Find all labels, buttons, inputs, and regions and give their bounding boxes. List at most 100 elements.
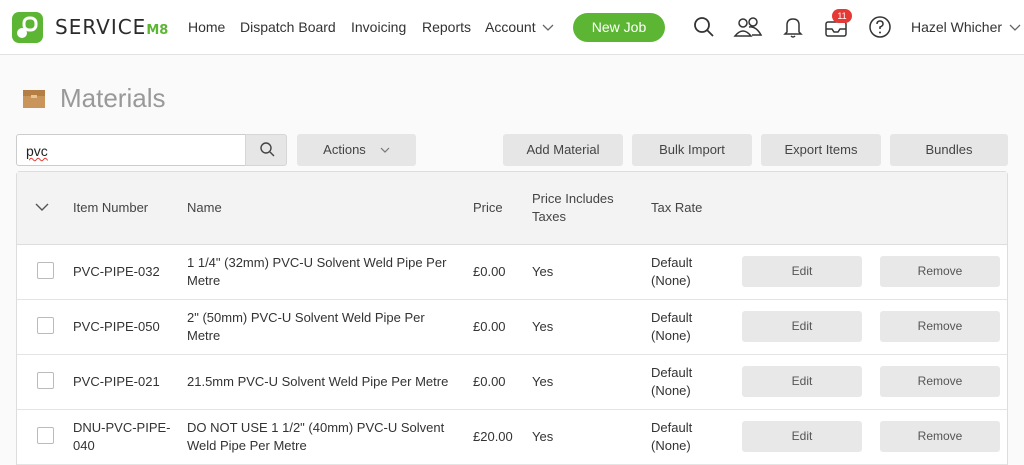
tax-rate-line: (None) xyxy=(651,383,691,398)
actions-label: Actions xyxy=(323,142,366,157)
price-cell: £0.00 xyxy=(473,264,506,279)
column-header-item-number[interactable]: Item Number xyxy=(73,199,148,217)
name-line: Metre xyxy=(187,273,221,288)
edit-button[interactable]: Edit xyxy=(742,421,862,452)
taxes-cell: Yes xyxy=(532,264,554,279)
name-line: DO NOT USE 1 1/2" (40mm) PVC-U Solvent xyxy=(187,420,445,435)
name-cell: DO NOT USE 1 1/2" (40mm) PVC-U Solvent W… xyxy=(187,419,444,455)
item-number-cell: DNU-PVC-PIPE- 040 xyxy=(73,419,171,455)
user-menu[interactable]: Hazel Whicher xyxy=(911,19,1021,35)
add-material-button[interactable]: Add Material xyxy=(503,134,623,166)
table-row: PVC-PIPE-050 2" (50mm) PVC-U Solvent Wel… xyxy=(17,300,1007,355)
edit-button[interactable]: Edit xyxy=(742,256,862,287)
actions-dropdown[interactable]: Actions xyxy=(297,134,416,166)
bulk-import-button[interactable]: Bulk Import xyxy=(632,134,752,166)
row-checkbox[interactable] xyxy=(37,317,54,334)
price-cell: £20.00 xyxy=(473,429,513,444)
name-cell: 1 1/4" (32mm) PVC-U Solvent Weld Pipe Pe… xyxy=(187,254,446,290)
tax-rate-cell: Default (None) xyxy=(651,364,692,400)
price-cell: £0.00 xyxy=(473,374,506,389)
brand-name: SERVICE xyxy=(55,15,147,39)
tax-rate-line: (None) xyxy=(651,328,691,343)
remove-button[interactable]: Remove xyxy=(880,311,1000,342)
row-checkbox[interactable] xyxy=(37,427,54,444)
tax-rate-line: (None) xyxy=(651,273,691,288)
tax-rate-line: (None) xyxy=(651,438,691,453)
column-header-line: Taxes xyxy=(532,209,566,224)
tax-rate-line: Default xyxy=(651,255,693,270)
table-row: DNU-PVC-PIPE- 040 DO NOT USE 1 1/2" (40m… xyxy=(17,410,1007,465)
chevron-down-icon xyxy=(542,23,554,35)
item-number-line: PVC-PIPE-032 xyxy=(73,264,160,279)
item-number-line: PVC-PIPE-050 xyxy=(73,319,160,334)
new-job-button[interactable]: New Job xyxy=(573,13,665,42)
column-header-price-includes-taxes[interactable]: Price Includes Taxes xyxy=(532,190,614,226)
item-number-line: 040 xyxy=(73,438,95,453)
bell-icon[interactable] xyxy=(779,13,807,41)
edit-button[interactable]: Edit xyxy=(742,366,862,397)
table-row: PVC-PIPE-032 1 1/4" (32mm) PVC-U Solvent… xyxy=(17,245,1007,300)
bundles-button[interactable]: Bundles xyxy=(890,134,1008,166)
tax-rate-cell: Default (None) xyxy=(651,309,692,345)
search-input-value: pvc xyxy=(26,143,48,159)
chevron-down-icon xyxy=(1009,19,1021,35)
tax-rate-line: Default xyxy=(651,365,693,380)
taxes-cell: Yes xyxy=(532,374,554,389)
chevron-down-icon xyxy=(380,146,390,157)
user-name: Hazel Whicher xyxy=(911,19,1003,35)
column-header-name[interactable]: Name xyxy=(187,199,222,217)
row-checkbox[interactable] xyxy=(37,262,54,279)
remove-button[interactable]: Remove xyxy=(880,366,1000,397)
nav-home[interactable]: Home xyxy=(188,19,225,35)
notification-count-badge: 11 xyxy=(832,9,852,23)
page-title: Materials xyxy=(60,83,166,113)
name-cell: 21.5mm PVC-U Solvent Weld Pipe Per Metre xyxy=(187,373,448,391)
column-header-line: Price Includes xyxy=(532,191,614,206)
search-input[interactable]: pvc xyxy=(16,134,246,166)
export-items-button[interactable]: Export Items xyxy=(761,134,881,166)
remove-button[interactable]: Remove xyxy=(880,256,1000,287)
search-icon[interactable] xyxy=(690,13,718,41)
name-line: 21.5mm PVC-U Solvent Weld Pipe Per Metre xyxy=(187,374,449,389)
brand-suffix: M8 xyxy=(146,23,169,38)
taxes-cell: Yes xyxy=(532,429,554,444)
tax-rate-cell: Default (None) xyxy=(651,254,692,290)
nav-account-label: Account xyxy=(485,19,536,35)
item-number-cell: PVC-PIPE-021 xyxy=(73,373,160,391)
column-header-tax-rate[interactable]: Tax Rate xyxy=(651,199,702,217)
brand-wordmark: SERVICEM8 xyxy=(55,15,168,39)
item-number-cell: PVC-PIPE-032 xyxy=(73,263,160,281)
nav-invoicing[interactable]: Invoicing xyxy=(351,19,406,35)
column-header-price[interactable]: Price xyxy=(473,199,503,217)
price-cell: £0.00 xyxy=(473,319,506,334)
row-checkbox[interactable] xyxy=(37,372,54,389)
remove-button[interactable]: Remove xyxy=(880,421,1000,452)
materials-table: Item Number Name Price Price Includes Ta… xyxy=(16,171,1008,465)
table-row: PVC-PIPE-021 21.5mm PVC-U Solvent Weld P… xyxy=(17,355,1007,410)
search-icon xyxy=(260,142,275,157)
name-cell: 2" (50mm) PVC-U Solvent Weld Pipe Per Me… xyxy=(187,309,425,345)
tax-rate-line: Default xyxy=(651,420,693,435)
nav-dispatch-board[interactable]: Dispatch Board xyxy=(240,19,336,35)
nav-reports[interactable]: Reports xyxy=(422,19,471,35)
top-nav-bar: SERVICEM8 Home Dispatch Board Invoicing … xyxy=(0,0,1024,55)
table-header: Item Number Name Price Price Includes Ta… xyxy=(17,172,1007,245)
search-button[interactable] xyxy=(245,134,287,166)
help-icon[interactable] xyxy=(866,13,894,41)
box-icon xyxy=(22,86,46,110)
item-number-cell: PVC-PIPE-050 xyxy=(73,318,160,336)
tax-rate-line: Default xyxy=(651,310,693,325)
select-all-chevron-icon[interactable] xyxy=(35,199,49,217)
taxes-cell: Yes xyxy=(532,319,554,334)
name-line: 2" (50mm) PVC-U Solvent Weld Pipe Per xyxy=(187,310,425,325)
name-line: 1 1/4" (32mm) PVC-U Solvent Weld Pipe Pe… xyxy=(187,255,447,270)
nav-account[interactable]: Account xyxy=(485,19,554,35)
edit-button[interactable]: Edit xyxy=(742,311,862,342)
servicem8-logo-icon[interactable] xyxy=(12,12,43,43)
people-icon[interactable] xyxy=(732,13,764,41)
tax-rate-cell: Default (None) xyxy=(651,419,692,455)
name-line: Metre xyxy=(187,328,221,343)
item-number-line: DNU-PVC-PIPE- xyxy=(73,420,171,435)
name-line: Weld Pipe Per Metre xyxy=(187,438,307,453)
item-number-line: PVC-PIPE-021 xyxy=(73,374,160,389)
